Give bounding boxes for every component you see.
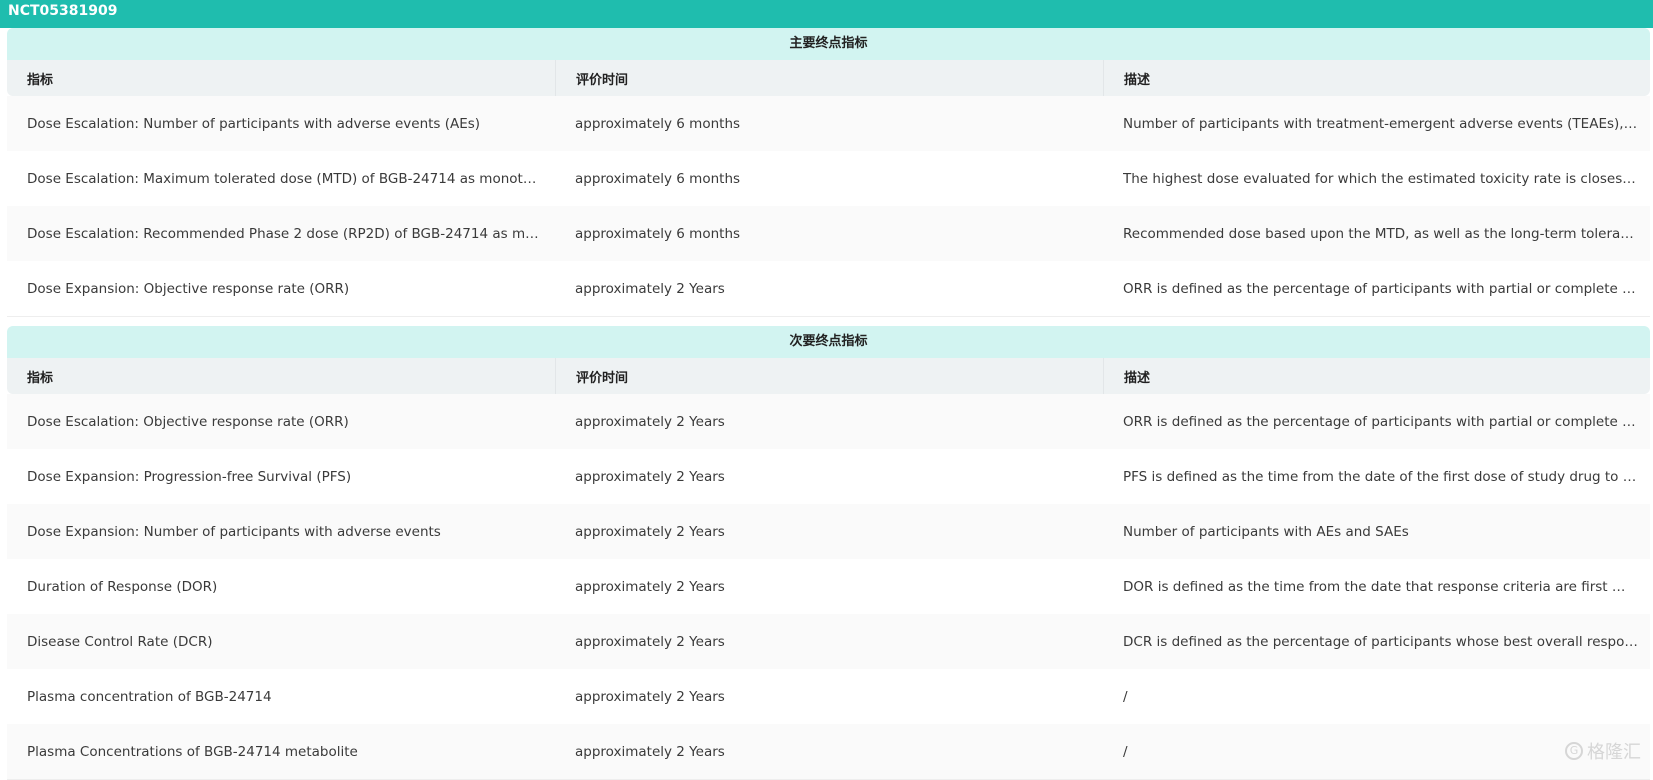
- indicator-cell: Dose Expansion: Objective response rate …: [7, 261, 555, 316]
- indicator-cell: Dose Escalation: Maximum tolerated dose …: [7, 151, 555, 206]
- time-cell: approximately 6 months: [555, 206, 1103, 261]
- time-cell: approximately 2 Years: [555, 449, 1103, 504]
- time-cell: approximately 2 Years: [555, 724, 1103, 779]
- table-row: Dose Escalation: Number of participants …: [7, 96, 1650, 151]
- secondary-table-header: 指标 评价时间 描述: [7, 358, 1650, 394]
- column-header-indicator: 指标: [7, 358, 555, 394]
- indicator-cell: Dose Expansion: Progression-free Surviva…: [7, 449, 555, 504]
- secondary-endpoints-title: 次要终点指标: [7, 326, 1650, 358]
- secondary-endpoints-section: 次要终点指标 指标 评价时间 描述 Dose Escalation: Objec…: [7, 326, 1650, 780]
- indicator-cell: Disease Control Rate (DCR): [7, 614, 555, 669]
- time-cell: approximately 6 months: [555, 151, 1103, 206]
- column-header-indicator: 指标: [7, 60, 555, 96]
- description-cell: ORR is defined as the percentage of part…: [1103, 261, 1650, 316]
- watermark: G 格隆汇: [1565, 738, 1641, 764]
- table-row: Dose Escalation: Objective response rate…: [7, 394, 1650, 449]
- indicator-cell: Dose Expansion: Number of participants w…: [7, 504, 555, 559]
- time-cell: approximately 2 Years: [555, 669, 1103, 724]
- time-cell: approximately 2 Years: [555, 261, 1103, 316]
- table-row: Disease Control Rate (DCR) approximately…: [7, 614, 1650, 669]
- table-row: Dose Expansion: Progression-free Surviva…: [7, 449, 1650, 504]
- trial-id: NCT05381909: [8, 3, 117, 19]
- description-cell: PFS is defined as the time from the date…: [1103, 449, 1650, 504]
- column-header-time: 评价时间: [555, 60, 1103, 96]
- table-row: Dose Expansion: Number of participants w…: [7, 504, 1650, 559]
- time-cell: approximately 2 Years: [555, 394, 1103, 449]
- table-row: Dose Escalation: Maximum tolerated dose …: [7, 151, 1650, 206]
- indicator-cell: Duration of Response (DOR): [7, 559, 555, 614]
- column-header-time: 评价时间: [555, 358, 1103, 394]
- indicator-cell: Dose Escalation: Number of participants …: [7, 96, 555, 151]
- secondary-table-body: Dose Escalation: Objective response rate…: [7, 394, 1650, 780]
- column-header-description: 描述: [1103, 358, 1650, 394]
- indicator-cell: Plasma concentration of BGB-24714: [7, 669, 555, 724]
- primary-table-body: Dose Escalation: Number of participants …: [7, 96, 1650, 317]
- description-cell: DCR is defined as the percentage of part…: [1103, 614, 1650, 669]
- description-cell: /: [1103, 669, 1650, 724]
- time-cell: approximately 2 Years: [555, 559, 1103, 614]
- time-cell: approximately 6 months: [555, 96, 1103, 151]
- description-cell: The highest dose evaluated for which the…: [1103, 151, 1650, 206]
- indicator-cell: Dose Escalation: Recommended Phase 2 dos…: [7, 206, 555, 261]
- time-cell: approximately 2 Years: [555, 614, 1103, 669]
- table-row: Dose Expansion: Objective response rate …: [7, 261, 1650, 316]
- time-cell: approximately 2 Years: [555, 504, 1103, 559]
- table-row: Plasma Concentrations of BGB-24714 metab…: [7, 724, 1650, 779]
- primary-table-header: 指标 评价时间 描述: [7, 60, 1650, 96]
- description-cell: Number of participants with treatment-em…: [1103, 96, 1650, 151]
- description-cell: Recommended dose based upon the MTD, as …: [1103, 206, 1650, 261]
- indicator-cell: Plasma Concentrations of BGB-24714 metab…: [7, 724, 555, 779]
- primary-endpoints-title: 主要终点指标: [7, 28, 1650, 60]
- trial-id-bar: NCT05381909: [0, 0, 1653, 28]
- watermark-logo-icon: G: [1565, 742, 1583, 760]
- description-cell: DOR is defined as the time from the date…: [1103, 559, 1650, 614]
- indicator-cell: Dose Escalation: Objective response rate…: [7, 394, 555, 449]
- primary-endpoints-section: 主要终点指标 指标 评价时间 描述 Dose Escalation: Numbe…: [7, 28, 1650, 317]
- table-row: Duration of Response (DOR) approximately…: [7, 559, 1650, 614]
- description-cell: Number of participants with AEs and SAEs: [1103, 504, 1650, 559]
- watermark-text: 格隆汇: [1587, 738, 1641, 764]
- table-row: Dose Escalation: Recommended Phase 2 dos…: [7, 206, 1650, 261]
- description-cell: ORR is defined as the percentage of part…: [1103, 394, 1650, 449]
- column-header-description: 描述: [1103, 60, 1650, 96]
- table-row: Plasma concentration of BGB-24714 approx…: [7, 669, 1650, 724]
